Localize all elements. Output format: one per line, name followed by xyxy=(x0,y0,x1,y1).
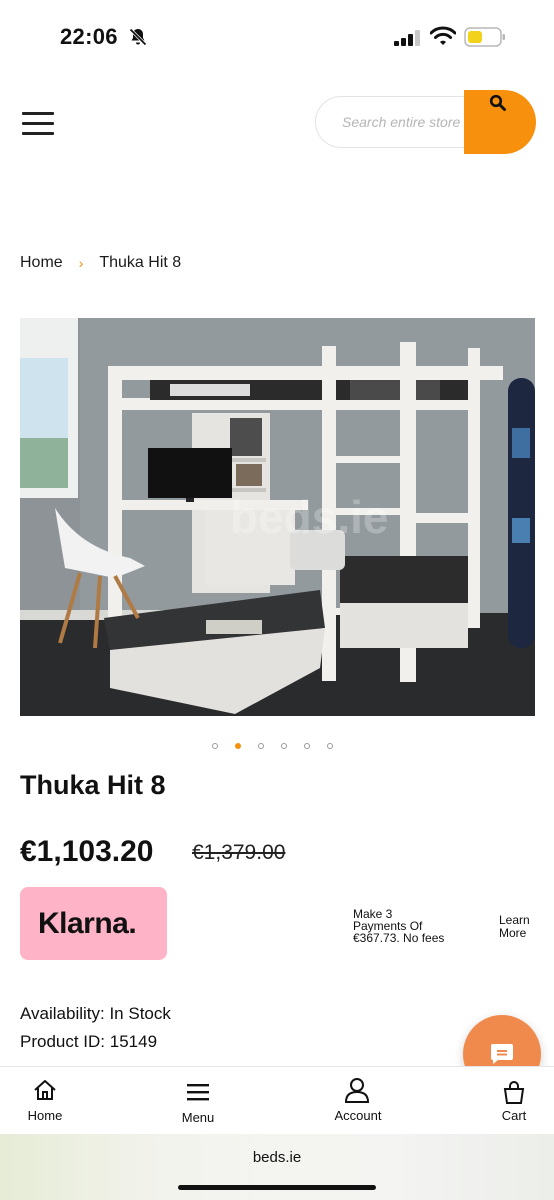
klarna-text-line: €367.73. No fees xyxy=(353,931,445,945)
menu-icon xyxy=(187,1084,209,1101)
product-image[interactable]: beds.ie xyxy=(20,318,535,716)
status-bar: 22:06 xyxy=(0,0,554,76)
wifi-icon xyxy=(430,26,456,45)
carousel-dot[interactable] xyxy=(212,743,218,749)
breadcrumb-separator: › xyxy=(78,255,84,271)
nav-cart-label: Cart xyxy=(501,1108,527,1123)
nav-account-label: Account xyxy=(334,1108,382,1123)
image-watermark: beds.ie xyxy=(230,491,389,543)
bunk-bed-photo: beds.ie xyxy=(20,318,535,716)
breadcrumb-home-link[interactable]: Home xyxy=(20,254,63,272)
breadcrumb: Home › Thuka Hit 8 xyxy=(20,254,181,272)
menu-line xyxy=(22,132,54,135)
nav-menu-label: Menu xyxy=(181,1110,215,1125)
product-title: Thuka Hit 8 xyxy=(20,770,166,800)
learn-more-line: More xyxy=(499,926,527,940)
nav-menu[interactable]: Menu xyxy=(170,1067,226,1135)
nav-cart[interactable]: Cart xyxy=(494,1067,534,1135)
url-text: beds.ie xyxy=(252,1149,302,1166)
menu-line xyxy=(22,122,54,125)
carousel-dot[interactable] xyxy=(327,743,333,749)
carousel-dot[interactable] xyxy=(281,743,287,749)
image-carousel-dots xyxy=(212,743,350,749)
klarna-learn-more-link[interactable]: Learn More xyxy=(499,914,539,940)
hamburger-menu-button[interactable] xyxy=(22,112,54,138)
home-icon xyxy=(34,1080,56,1100)
cellular-signal-icon xyxy=(394,30,420,46)
breadcrumb-current: Thuka Hit 8 xyxy=(99,254,182,271)
battery-icon xyxy=(464,27,505,47)
product-id: Product ID: 15149 xyxy=(20,1032,158,1051)
carousel-dot[interactable] xyxy=(258,743,264,749)
search-icon xyxy=(489,94,506,111)
menu-line xyxy=(22,112,54,115)
klarna-logo-text: Klarna. xyxy=(38,907,137,940)
klarna-installment-text: Make 3 Payments Of €367.73. No fees xyxy=(353,908,463,944)
carousel-dot[interactable] xyxy=(304,743,310,749)
chat-bubble-icon xyxy=(491,1044,513,1064)
current-price: €1,103.20 xyxy=(20,835,154,868)
bottom-navigation: Home Menu Account Cart xyxy=(0,1066,554,1134)
klarna-logo[interactable]: Klarna. xyxy=(20,887,167,960)
search-button[interactable] xyxy=(464,90,536,154)
cart-icon xyxy=(503,1081,525,1104)
user-icon xyxy=(344,1078,370,1103)
old-price: €1,379.00 xyxy=(192,841,286,864)
nav-home[interactable]: Home xyxy=(18,1067,72,1135)
nav-account[interactable]: Account xyxy=(326,1067,390,1135)
status-time: 22:06 xyxy=(60,24,118,49)
carousel-dot-active[interactable] xyxy=(235,743,241,749)
nav-home-label: Home xyxy=(27,1108,63,1123)
home-indicator xyxy=(178,1185,376,1190)
bell-muted-icon xyxy=(129,28,147,46)
browser-url-bar[interactable]: beds.ie xyxy=(0,1134,554,1200)
availability-status: Availability: In Stock xyxy=(20,1004,171,1023)
